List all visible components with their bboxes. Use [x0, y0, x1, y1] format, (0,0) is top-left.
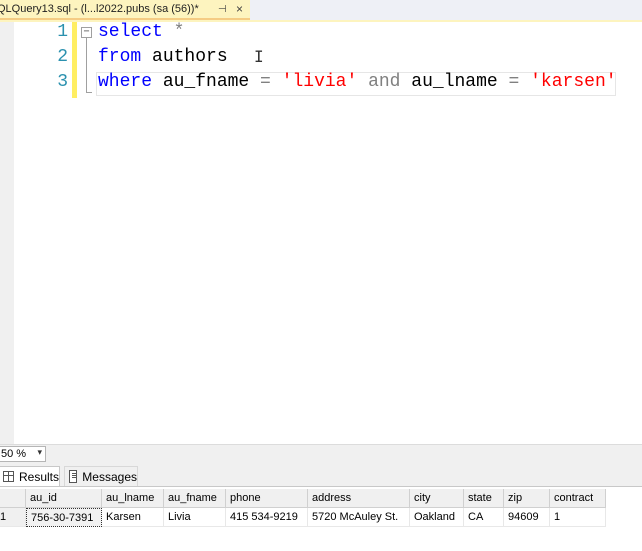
column-header[interactable]: zip: [504, 489, 550, 508]
chevron-down-icon: ▾: [37, 447, 42, 457]
keyword-and: and: [368, 72, 401, 92]
tab-results-label: Results: [18, 469, 59, 484]
code-line-3[interactable]: where au_fname = 'livia' and au_lname = …: [98, 72, 617, 92]
column-header[interactable]: au_lname: [102, 489, 164, 508]
equals-operator: =: [260, 72, 271, 92]
line-number: 1: [57, 22, 68, 42]
messages-icon: [69, 470, 78, 483]
query-document-tab[interactable]: QLQuery13.sql - (l...l2022.pubs (sa (56)…: [0, 0, 250, 20]
table-cell[interactable]: 94609: [504, 508, 550, 527]
code-line-2[interactable]: from authors: [98, 47, 228, 67]
grid-corner[interactable]: [0, 489, 26, 508]
fold-guide-line: [86, 38, 87, 92]
tab-results[interactable]: Results: [0, 466, 60, 486]
close-icon[interactable]: ×: [236, 2, 243, 16]
column-au-lname: au_lname: [400, 72, 509, 92]
table-cell[interactable]: 756-30-7391: [26, 508, 102, 527]
results-tab-strip: Results Messages: [0, 464, 642, 487]
document-tab-strip: QLQuery13.sql - (l...l2022.pubs (sa (56)…: [0, 0, 642, 20]
equals-operator: =: [508, 72, 520, 92]
keyword-where: where: [98, 72, 153, 92]
collapse-region-icon[interactable]: −: [81, 27, 92, 38]
string-literal-karsen: 'karsen': [519, 72, 617, 92]
sql-editor[interactable]: 1 2 3 − select * from authors where au_f…: [0, 22, 642, 444]
editor-zoom-bar: 50 % ▾: [0, 444, 642, 465]
line-number-margin: 1 2 3: [14, 22, 70, 444]
unsaved-change-bar: [72, 22, 77, 98]
code-line-1[interactable]: select *: [98, 22, 184, 42]
pin-icon[interactable]: ⊣: [218, 4, 227, 15]
column-header[interactable]: au_fname: [164, 489, 226, 508]
column-header[interactable]: phone: [226, 489, 308, 508]
column-header[interactable]: contract: [550, 489, 606, 508]
editor-gutter: [0, 22, 15, 444]
text-cursor-icon: I: [254, 47, 264, 66]
column-au-fname: au_fname: [152, 72, 261, 92]
line-number: 2: [57, 47, 68, 67]
zoom-level-select[interactable]: 50 % ▾: [0, 446, 46, 462]
grid-icon: [3, 471, 14, 482]
fold-guide-end: [86, 92, 92, 93]
query-tab-title: QLQuery13.sql - (l...l2022.pubs (sa (56)…: [0, 3, 199, 15]
tab-messages-label: Messages: [82, 469, 137, 484]
table-cell[interactable]: Oakland: [410, 508, 464, 527]
zoom-level-value: 50 %: [1, 448, 27, 460]
string-literal-livia: 'livia': [270, 72, 369, 92]
table-cell[interactable]: 5720 McAuley St.: [308, 508, 410, 527]
table-cell[interactable]: 415 534-9219: [226, 508, 308, 527]
select-star: *: [162, 22, 185, 42]
results-grid[interactable]: au_id au_lname au_fname phone address ci…: [0, 487, 642, 551]
tab-messages[interactable]: Messages: [64, 466, 138, 486]
table-name: authors: [141, 47, 228, 67]
keyword-select: select: [98, 22, 163, 42]
line-number: 3: [57, 72, 68, 92]
table-cell[interactable]: Livia: [164, 508, 226, 527]
table-cell[interactable]: CA: [464, 508, 504, 527]
table-cell[interactable]: 1: [550, 508, 606, 527]
row-number[interactable]: 1: [0, 508, 26, 527]
column-header[interactable]: city: [410, 489, 464, 508]
column-header[interactable]: address: [308, 489, 410, 508]
keyword-from: from: [98, 47, 142, 67]
column-header[interactable]: state: [464, 489, 504, 508]
table-cell[interactable]: Karsen: [102, 508, 164, 527]
column-header[interactable]: au_id: [26, 489, 102, 508]
